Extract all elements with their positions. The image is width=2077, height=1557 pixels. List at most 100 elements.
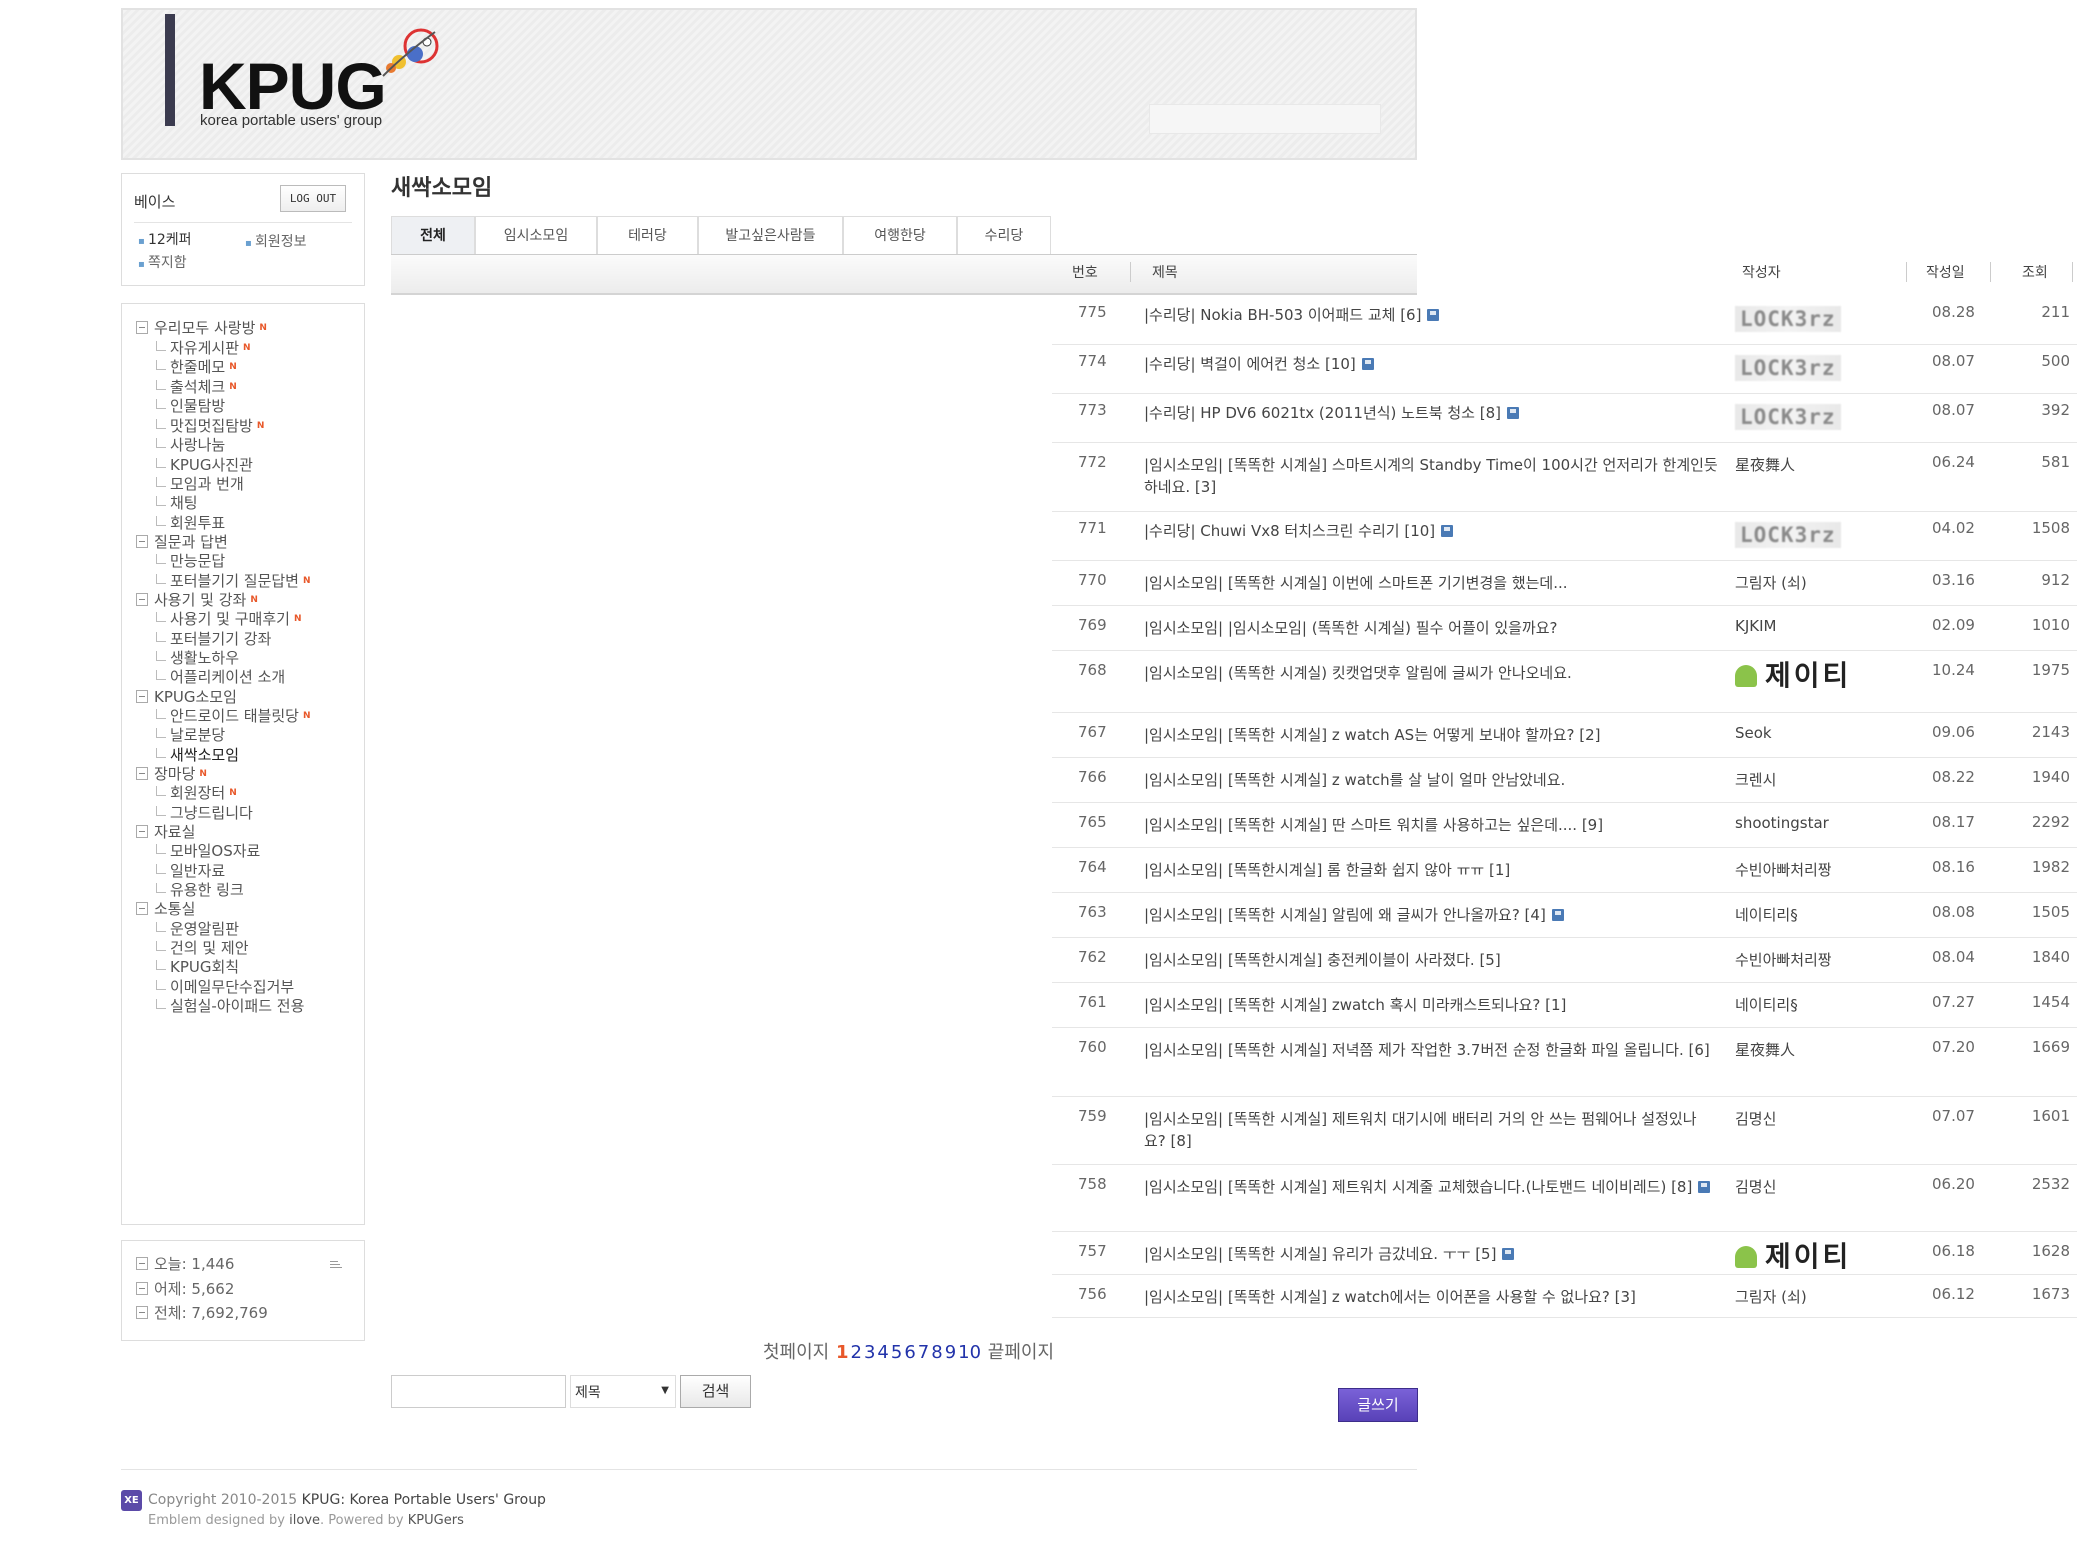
sidebar-item[interactable]: 포터블기기 강좌: [156, 628, 271, 649]
sidebar-item[interactable]: 어플리케이션 소개: [156, 666, 285, 687]
sidebar-item[interactable]: 새싹소모임: [156, 744, 239, 765]
sidebar-item[interactable]: 이메일무단수집거부: [156, 976, 294, 997]
sidebar-item[interactable]: 채팅: [156, 492, 198, 513]
post-title-link[interactable]: |수리당| HP DV6 6021tx (2011년식) 노트북 청소 [8]: [1144, 402, 1718, 424]
counter-expand-icon[interactable]: [330, 1261, 342, 1268]
post-title-link[interactable]: |임시소모임| [똑똑한 시계실] 알림에 왜 글씨가 안나올까요? [4]: [1144, 904, 1718, 926]
sidebar-item[interactable]: 자료실: [136, 821, 195, 842]
sidebar-item[interactable]: 일반자료: [156, 860, 225, 881]
sidebar-item[interactable]: 회원투표: [156, 512, 225, 533]
sidebar-item[interactable]: 소통실: [136, 898, 195, 919]
sidebar-item[interactable]: 출석체크 N: [156, 376, 237, 397]
post-title-link[interactable]: |임시소모임| [똑똑한 시계실] 제트워치 시계줄 교체했습니다.(나토밴드 …: [1144, 1176, 1718, 1198]
messages-link[interactable]: 쪽지함: [138, 252, 187, 272]
sidebar-item[interactable]: 사랑나눔: [156, 434, 225, 455]
post-author[interactable]: 그림자 (쇠): [1735, 572, 1807, 593]
post-author[interactable]: 星夜舞人: [1735, 1039, 1795, 1060]
sidebar-item[interactable]: KPUG회칙: [156, 956, 239, 977]
post-title-link[interactable]: |임시소모임| [똑똑한 시계실] 이번에 스마트폰 기기변경을 했는데...: [1144, 572, 1718, 594]
write-button[interactable]: 글쓰기: [1338, 1388, 1418, 1422]
sidebar-item[interactable]: KPUG소모임: [136, 686, 237, 707]
sidebar-item[interactable]: 회원장터 N: [156, 782, 237, 803]
search-button[interactable]: 검색: [680, 1375, 751, 1408]
column-header-views[interactable]: 조회: [2022, 262, 2048, 282]
post-title-link[interactable]: |임시소모임| [똑똑한 시계실] 저녁쯤 제가 작업한 3.7버전 순정 한글…: [1144, 1039, 1718, 1061]
sidebar-item[interactable]: 모바일OS자료: [156, 840, 260, 861]
sidebar-item[interactable]: 모임과 번개: [156, 473, 244, 494]
post-title-link[interactable]: |임시소모임| |임시소모임| (똑똑한 시계실) 필수 어플이 있을까요?: [1144, 617, 1718, 639]
page-link[interactable]: 1: [836, 1342, 849, 1363]
post-title-link[interactable]: |임시소모임| [똑똑한 시계실] 제트워치 대기시에 배터리 거의 안 쓰는 …: [1144, 1108, 1718, 1152]
post-author[interactable]: 네이티리§: [1735, 904, 1798, 925]
page-link[interactable]: 8: [931, 1342, 942, 1363]
post-author[interactable]: 김명신: [1735, 1176, 1776, 1197]
page-link[interactable]: 10: [958, 1342, 981, 1363]
sidebar-item[interactable]: 만능문답: [156, 550, 225, 571]
page-link[interactable]: 3: [864, 1342, 875, 1363]
post-author[interactable]: 수빈아빠처리짱: [1735, 859, 1832, 880]
post-author[interactable]: 제이티: [1735, 1235, 1851, 1275]
tab-category[interactable]: 수리당: [957, 216, 1051, 254]
page-link[interactable]: 5: [891, 1342, 902, 1363]
page-link[interactable]: 6: [904, 1342, 915, 1363]
sidebar-item[interactable]: 포터블기기 질문답변 N: [156, 570, 311, 591]
post-author[interactable]: LOCK3rz: [1735, 355, 1841, 381]
tab-category[interactable]: 임시소모임: [475, 216, 597, 254]
sidebar-item[interactable]: 질문과 답변: [136, 531, 228, 552]
sidebar-item[interactable]: 맛집멋집탐방 N: [156, 415, 264, 436]
tab-category[interactable]: 테러당: [597, 216, 698, 254]
sidebar-item[interactable]: KPUG사진관: [156, 454, 253, 475]
page-link[interactable]: 4: [877, 1342, 888, 1363]
header-search-input[interactable]: [1149, 104, 1381, 134]
post-author[interactable]: 제이티: [1735, 654, 1851, 694]
post-title-link[interactable]: |임시소모임| [똑똑한 시계실] 스마트시계의 Standby Time이 1…: [1144, 454, 1718, 498]
search-input[interactable]: [391, 1375, 566, 1408]
sidebar-item[interactable]: 건의 및 제안: [156, 937, 249, 958]
post-title-link[interactable]: |임시소모임| [똑똑한 시계실] z watch AS는 어떻게 보내야 할까…: [1144, 724, 1718, 746]
last-page-link[interactable]: 끝페이지: [988, 1342, 1054, 1363]
post-author[interactable]: 그림자 (쇠): [1735, 1286, 1807, 1307]
post-title-link[interactable]: |수리당| 벽걸이 에어컨 청소 [10]: [1144, 353, 1718, 375]
post-author[interactable]: 네이티리§: [1735, 994, 1798, 1015]
post-author[interactable]: KJKIM: [1735, 617, 1776, 635]
sidebar-item[interactable]: 실험실-아이패드 전용: [156, 995, 304, 1016]
post-author[interactable]: LOCK3rz: [1735, 522, 1841, 548]
post-title-link[interactable]: |임시소모임| [똑똑한 시계실] 딴 스마트 워치를 사용하고는 싶은데...…: [1144, 814, 1718, 836]
post-title-link[interactable]: |임시소모임| [똑똑한시계실] 충전케이블이 사라졌다. [5]: [1144, 949, 1718, 971]
sidebar-item[interactable]: 안드로이드 태블릿당 N: [156, 705, 311, 726]
sidebar-item[interactable]: 유용한 링크: [156, 879, 244, 900]
sidebar-item[interactable]: 자유게시판 N: [156, 337, 251, 358]
sidebar-item[interactable]: 우리모두 사랑방 N: [136, 317, 267, 338]
post-title-link[interactable]: |임시소모임| [똑똑한시계실] 롬 한글화 쉽지 않아 ㅠㅠ [1]: [1144, 859, 1718, 881]
post-author[interactable]: 星夜舞人: [1735, 454, 1795, 475]
sidebar-item[interactable]: 사용기 및 구매후기 N: [156, 608, 301, 629]
sidebar-item[interactable]: 한줄메모 N: [156, 356, 237, 377]
column-header-date[interactable]: 작성일: [1926, 262, 1965, 282]
page-link[interactable]: 9: [945, 1342, 956, 1363]
page-link[interactable]: 7: [918, 1342, 929, 1363]
post-title-link[interactable]: |임시소모임| [똑똑한 시계실] z watch를 살 날이 얼마 안남았네요…: [1144, 769, 1718, 791]
post-author[interactable]: shootingstar: [1735, 814, 1829, 832]
tab-category[interactable]: 발고싶은사람들: [698, 216, 843, 254]
post-author[interactable]: Seok: [1735, 724, 1772, 742]
sidebar-item[interactable]: 운영알림판: [156, 918, 239, 939]
post-author[interactable]: 수빈아빠처리짱: [1735, 949, 1832, 970]
post-title-link[interactable]: |수리당| Nokia BH-503 이어패드 교체 [6]: [1144, 304, 1718, 326]
sidebar-item[interactable]: 장마당 N: [136, 763, 207, 784]
sidebar-item[interactable]: 그냥드립니다: [156, 802, 253, 823]
page-link[interactable]: 2: [851, 1342, 862, 1363]
post-author[interactable]: LOCK3rz: [1735, 404, 1841, 430]
tab-category[interactable]: 전체: [391, 216, 475, 254]
sidebar-item[interactable]: 생활노하우: [156, 647, 239, 668]
post-author[interactable]: LOCK3rz: [1735, 306, 1841, 332]
karma-link[interactable]: 12케퍼: [138, 229, 192, 249]
post-title-link[interactable]: |임시소모임| [똑똑한 시계실] zwatch 혹시 미라캐스트되나요? [1…: [1144, 994, 1718, 1016]
post-title-link[interactable]: |임시소모임| (똑똑한 시계실) 킷캣업댓후 알림에 글씨가 안나오네요.: [1144, 662, 1718, 684]
member-info-link[interactable]: 회원정보: [245, 231, 307, 251]
xe-logo-icon[interactable]: XE: [121, 1490, 142, 1511]
tab-category[interactable]: 여행한당: [843, 216, 957, 254]
post-title-link[interactable]: |수리당| Chuwi Vx8 터치스크린 수리기 [10]: [1144, 520, 1718, 542]
sidebar-item[interactable]: 인물탐방: [156, 395, 225, 416]
logout-button[interactable]: LOG OUT: [280, 185, 346, 212]
column-header-title[interactable]: 제목: [1152, 262, 1178, 282]
